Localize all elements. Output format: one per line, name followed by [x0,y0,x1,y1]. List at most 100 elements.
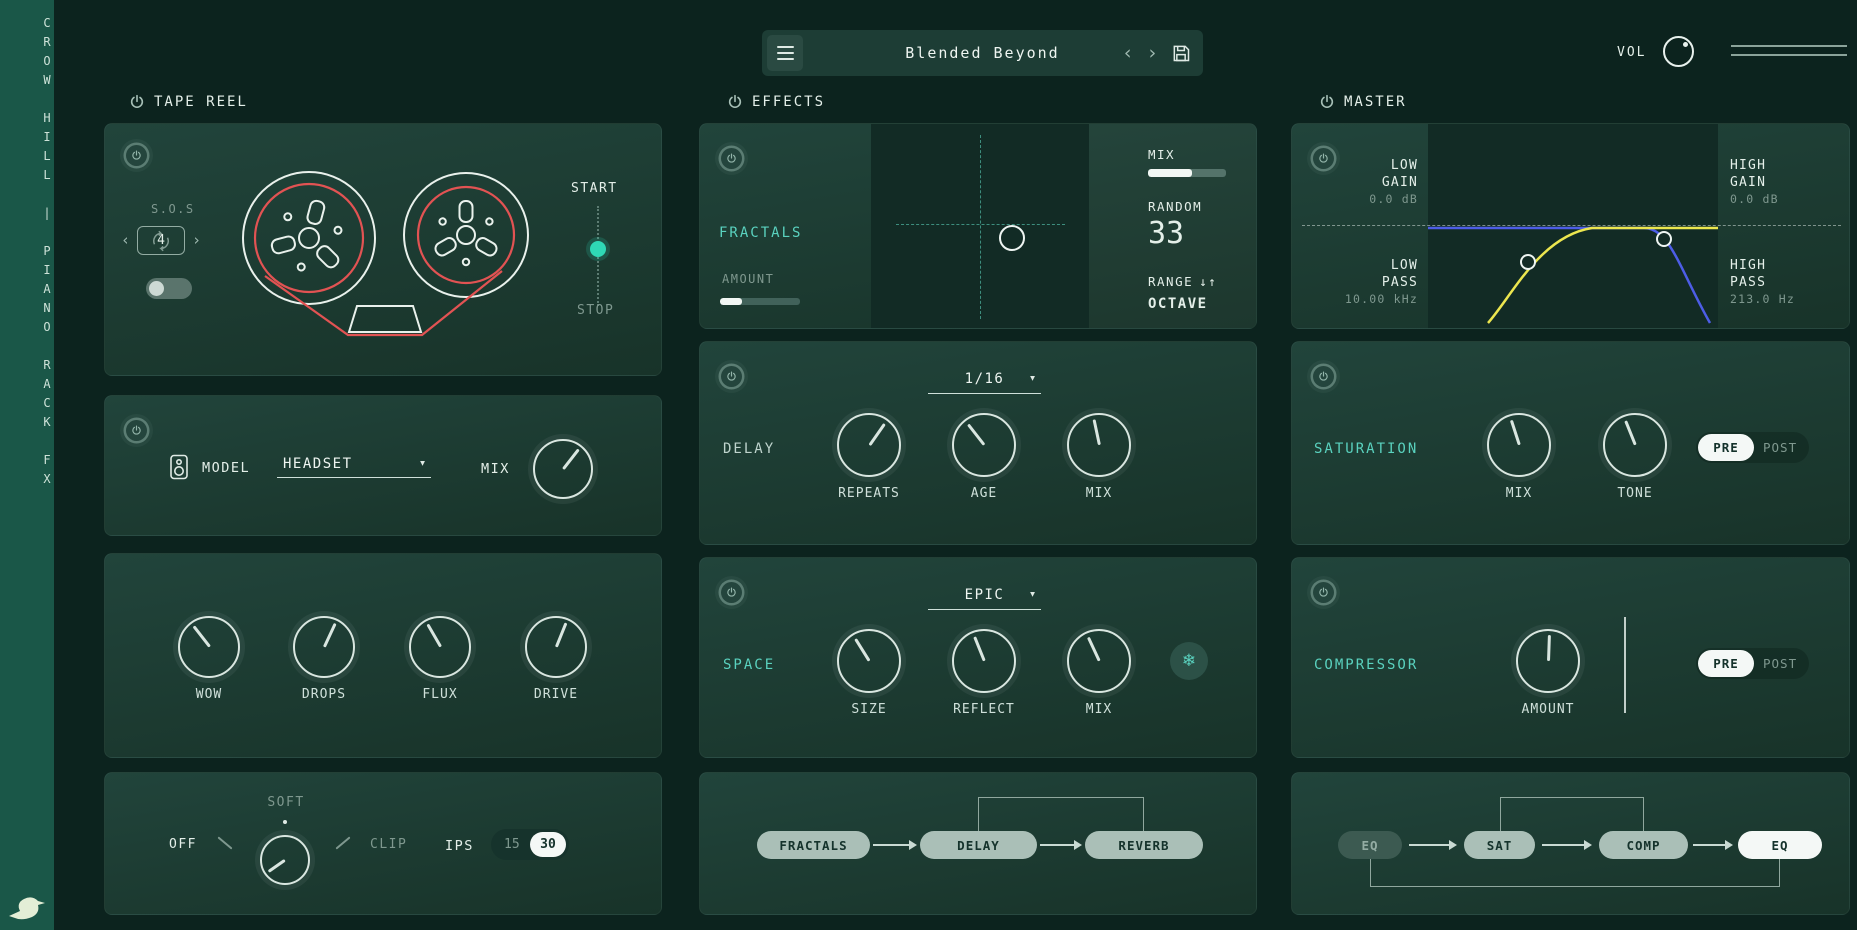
chain-reverb-pill[interactable]: REVERB [1085,831,1203,859]
delay-mix-knob-group: MIX [1049,413,1149,501]
start-label: START [571,181,618,196]
flux-knob[interactable] [409,616,471,678]
delay-sync-dropdown[interactable]: 1/16 ▼ [928,364,1041,394]
saturation-post-option[interactable]: POST [1763,440,1797,455]
range-arrows-icon[interactable]: ↓↑ [1199,274,1217,289]
low-pass-node[interactable] [1657,232,1671,246]
range-label: RANGE [1148,274,1193,289]
delay-power-button[interactable] [721,366,742,387]
age-knob[interactable] [952,413,1016,477]
effects-chain-panel: FRACTALS DELAY REVERB [699,772,1257,915]
fractals-amount-label: AMOUNT [722,272,774,286]
chain-fractals-pill[interactable]: FRACTALS [757,831,870,859]
size-knob[interactable] [837,629,901,693]
stop-label: STOP [577,303,614,318]
saturation-pre-option[interactable]: PRE [1698,434,1754,461]
power-icon[interactable] [1319,94,1335,110]
ips-toggle[interactable]: 15 30 [491,829,569,860]
chain-feedback-line [978,797,1144,831]
chain-sat-pill[interactable]: SAT [1464,831,1535,859]
tape-clip-panel: SOFT OFF CLIP IPS 15 30 [104,772,662,915]
model-power-button[interactable] [126,420,147,441]
reflect-knob[interactable] [952,629,1016,693]
tape-mix-label: MIX [481,461,510,477]
clip-label[interactable]: CLIP [370,837,407,852]
size-knob-group: SIZE [819,629,919,717]
chain-arrow-icon [1408,839,1458,851]
flux-knob-group: FLUX [390,616,490,702]
high-pass-node[interactable] [1521,255,1535,269]
snowflake-icon: ❄ [1182,651,1196,671]
volume-knob[interactable] [1663,36,1694,67]
model-label: MODEL [202,460,250,476]
master-chain-panel: EQ SAT COMP EQ [1291,772,1850,915]
range-value[interactable]: OCTAVE [1148,296,1208,312]
saturation-power-button[interactable] [1313,366,1334,387]
eq-curves [1292,124,1850,329]
mode-tick-left [217,836,232,849]
tone-knob[interactable] [1603,413,1667,477]
range-row: RANGE ↓↑ [1148,274,1217,289]
speaker-icon [169,454,189,480]
power-icon[interactable] [129,94,145,110]
master-chain-lower-line [1370,859,1780,887]
save-icon[interactable] [1171,43,1191,63]
chain-delay-pill[interactable]: DELAY [920,831,1037,859]
space-title: SPACE [723,657,775,673]
fractals-amount-slider[interactable] [720,298,800,305]
repeats-knob[interactable] [837,413,901,477]
fractals-panel: FRACTALS AMOUNT MIX RANDOM 33 RANGE ↓↑ O… [699,123,1257,329]
clip-mode-knob[interactable] [260,835,310,885]
fractals-power-button[interactable] [721,148,742,169]
mode-tick-right [335,836,350,849]
soft-label[interactable]: SOFT [246,795,326,810]
fractals-title: FRACTALS [719,225,802,241]
repeats-knob-group: REPEATS [819,413,919,501]
next-preset-button[interactable]: › [1147,44,1158,63]
chain-arrow-icon [872,839,918,851]
model-dropdown[interactable]: HEADSET ▼ [277,450,431,478]
space-mix-knob[interactable] [1067,629,1131,693]
prev-preset-button[interactable]: ‹ [1122,44,1133,63]
space-preset-value: EPIC [965,587,1005,603]
tape-head [349,306,421,332]
amount-knob[interactable] [1516,629,1580,693]
off-label[interactable]: OFF [169,837,197,852]
delay-panel: 1/16 ▼ DELAY REPEATS AGE MIX [699,341,1257,545]
power-icon[interactable] [727,94,743,110]
compressor-post-option[interactable]: POST [1763,656,1797,671]
ips-option-30-selected[interactable]: 30 [530,832,566,857]
drops-knob[interactable] [293,616,355,678]
fractals-mix-slider[interactable] [1148,169,1226,177]
age-knob-group: AGE [934,413,1034,501]
tape-mix-knob[interactable] [533,439,593,499]
saturation-mix-knob[interactable] [1487,413,1551,477]
delay-mix-knob[interactable] [1067,413,1131,477]
random-label: RANDOM [1148,199,1202,214]
saturation-prepost-toggle[interactable]: PRE POST [1696,432,1809,463]
compressor-pre-option[interactable]: PRE [1698,650,1754,677]
master-chain-upper-line [1500,797,1644,831]
drive-knob[interactable] [525,616,587,678]
chain-comp-pill[interactable]: COMP [1599,831,1688,859]
ips-option-15[interactable]: 15 [504,837,520,852]
delay-title: DELAY [723,441,775,457]
tape-reels-graphic[interactable] [105,124,662,376]
compressor-power-button[interactable] [1313,582,1334,603]
model-value: HEADSET [283,456,353,472]
gain-reduction-meter [1624,617,1626,713]
space-preset-dropdown[interactable]: EPIC ▼ [928,580,1041,610]
crow-logo-icon [7,892,47,922]
saturation-title: SATURATION [1314,441,1418,457]
wow-knob[interactable] [178,616,240,678]
compressor-prepost-toggle[interactable]: PRE POST [1696,648,1809,679]
random-value[interactable]: 33 [1148,216,1184,251]
chain-eq-pre-pill[interactable]: EQ [1338,831,1402,859]
space-power-button[interactable] [721,582,742,603]
caret-down-icon: ▼ [1030,373,1035,382]
transport-slider-handle[interactable] [590,241,606,257]
xy-pad-cursor[interactable] [999,225,1025,251]
ips-label: IPS [445,838,474,854]
freeze-button[interactable]: ❄ [1170,642,1208,680]
chain-eq-post-pill[interactable]: EQ [1738,831,1822,859]
